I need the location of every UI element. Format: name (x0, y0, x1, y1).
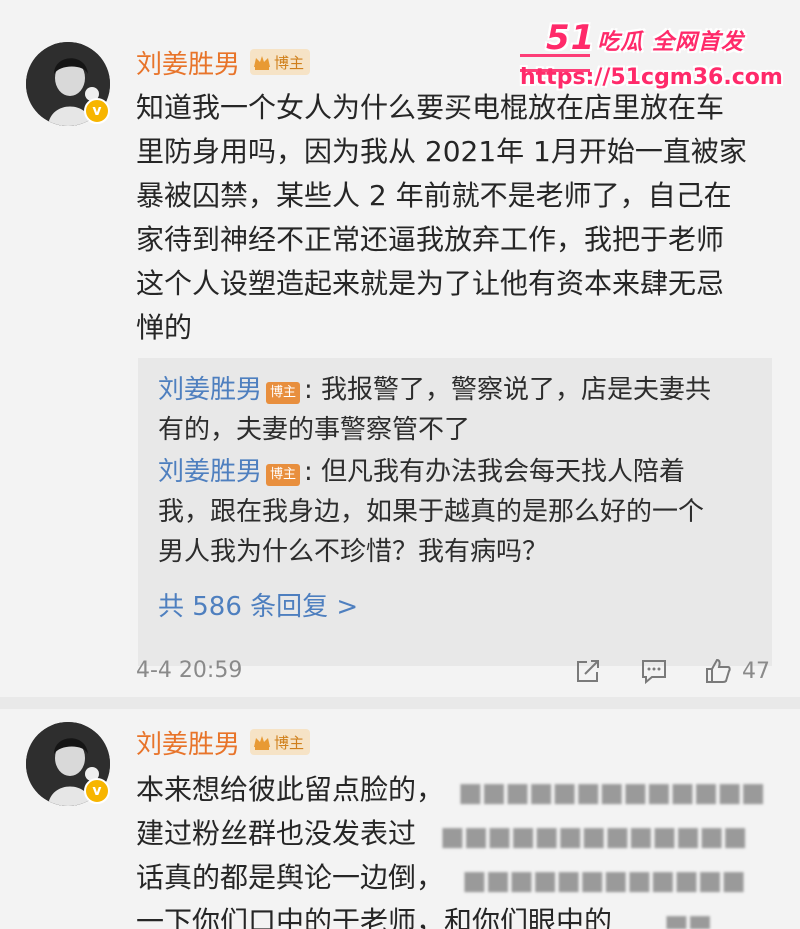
reply-item: 刘姜胜男 博主: 但凡我有办法我会每天找人陪着 我，跟在我身边，如果于越真的是那么… (158, 452, 758, 572)
reply-item: 刘姜胜男 博主: 我报警了，警察说了，店是夫妻共 有的，夫妻的事警察管不了 (158, 370, 758, 450)
reply-badge: 博主 (266, 464, 301, 486)
like-count: 47 (742, 658, 770, 684)
post-line: 家待到神经不正常还逼我放弃工作，我把于老师 (136, 223, 725, 256)
post-line: 里防身用吗，因为我从 2021年 1月开始一直被家 (136, 135, 747, 168)
share-icon (577, 660, 599, 682)
blogger-badge: 博主 (250, 729, 311, 755)
watermark-brand-text: 吃瓜 全网首发 (597, 30, 744, 55)
reply-text: 我，跟在我身边，如果于越真的是那么好的一个 (158, 497, 705, 527)
post-footer: 4-4 20:59 47 (136, 654, 776, 688)
comment-button[interactable] (640, 654, 668, 688)
post-line: 暴被囚禁，某些人 2 年前就不是老师了，自己在 (136, 179, 732, 212)
watermark-brand-number: 51 (546, 18, 596, 58)
post-divider (0, 697, 800, 709)
comment-post: v 刘姜胜男 博主 知道我一个女人为什么要买电棍放在店里放在车 里防身用吗，因为… (0, 30, 800, 695)
reply-text: 有的，夫妻的事警察管不了 (158, 415, 471, 445)
watermark: 51吃瓜 全网首发 https://51cgm36.com (520, 18, 783, 90)
timestamp: 4-4 20:59 (136, 658, 243, 683)
author-row: 刘姜胜男 博主 (136, 44, 311, 81)
comment-post: v 刘姜胜男 博主 本来想给彼此留点脸的， 建过粉丝群也没发表过 话真的都是舆论… (0, 712, 800, 929)
like-button[interactable]: 47 (704, 654, 770, 688)
thumbs-up-icon (706, 658, 731, 683)
post-line: 这个人设塑造起来就是为了让他有资本来肆无忌 (136, 267, 725, 300)
comment-icon (642, 660, 666, 685)
crown-icon (254, 736, 271, 750)
reply-author[interactable]: 刘姜胜男 (158, 375, 262, 405)
post-body: 知道我一个女人为什么要买电棍放在店里放在车 里防身用吗，因为我从 2021年 1… (136, 86, 766, 350)
post-line: 惮的 (136, 311, 193, 344)
reply-text: : 但凡我有办法我会每天找人陪着 (304, 457, 686, 487)
reply-preview-box[interactable]: 刘姜胜男 博主: 我报警了，警察说了，店是夫妻共 有的，夫妻的事警察管不了 刘姜胜… (138, 358, 772, 666)
reply-text: 男人我为什么不珍惜？我有病吗？ (158, 537, 549, 567)
blogger-badge-label: 博主 (274, 733, 305, 752)
reply-text: : 我报警了，警察说了，店是夫妻共 (304, 375, 712, 405)
blogger-badge: 博主 (250, 49, 311, 75)
obscured-text: ■■■■■■■■■■■■■ (440, 822, 747, 852)
verified-badge-icon: v (84, 778, 110, 804)
reply-badge: 博主 (266, 382, 301, 404)
obscured-text: ■■■■■■■■■■■■■ (458, 778, 765, 808)
obscured-text: ■■ (664, 910, 712, 929)
blogger-badge-label: 博主 (274, 53, 305, 72)
author-row: 刘姜胜男 博主 (136, 724, 311, 761)
reply-author[interactable]: 刘姜胜男 (158, 457, 262, 487)
obscured-text: ■■■■■■■■■■■■ (462, 866, 746, 896)
view-more-replies-link[interactable]: 共 586 条回复 > (158, 586, 358, 623)
post-line: 知道我一个女人为什么要买电棍放在店里放在车 (136, 91, 725, 124)
share-button[interactable] (574, 654, 602, 688)
author-name[interactable]: 刘姜胜男 (136, 44, 240, 81)
verified-badge-icon: v (84, 98, 110, 124)
crown-icon (254, 56, 271, 70)
author-name[interactable]: 刘姜胜男 (136, 724, 240, 761)
watermark-decoration (520, 54, 590, 72)
